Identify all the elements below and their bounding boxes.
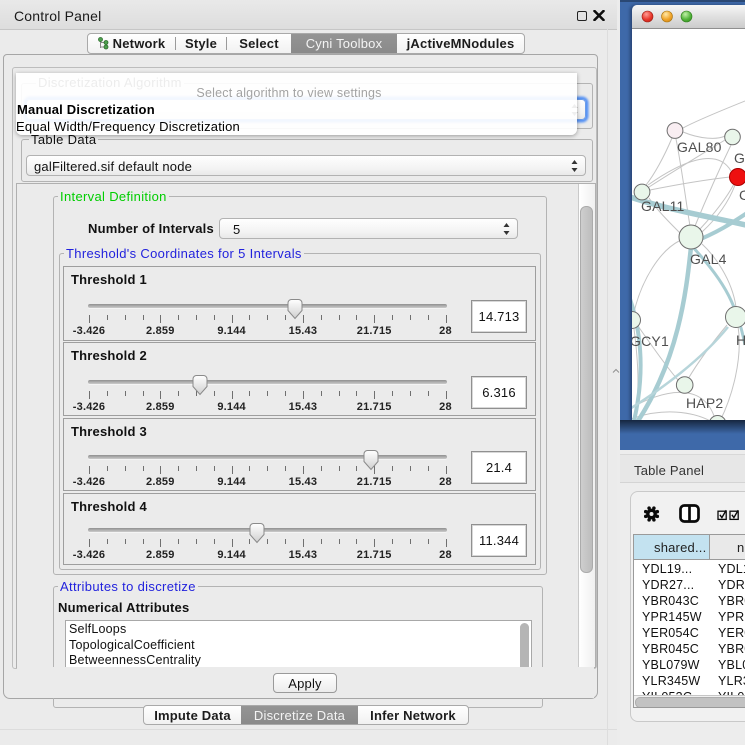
svg-text:GCY1: GCY1	[632, 333, 669, 349]
svg-text:GA: GA	[734, 150, 745, 166]
svg-text:GAL11: GAL11	[641, 198, 685, 214]
svg-text:GAL4: GAL4	[690, 251, 727, 267]
svg-text:GAL80: GAL80	[677, 139, 722, 155]
svg-text:CY: CY	[739, 187, 745, 203]
svg-text:HAP2: HAP2	[686, 395, 723, 411]
svg-text:HA: HA	[736, 332, 745, 348]
